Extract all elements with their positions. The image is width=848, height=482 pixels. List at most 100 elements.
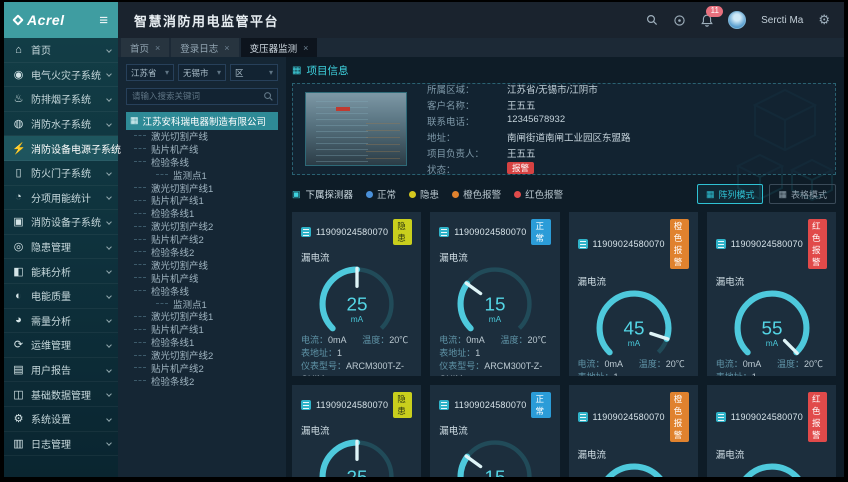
sidebar-item[interactable]: ▣ 消防设备子系统: [4, 210, 118, 235]
field-label: 联系电话：: [427, 114, 499, 128]
chevron-down-icon: [106, 219, 112, 225]
legend-title: ▣ 下属探测器: [292, 187, 353, 201]
tree-node[interactable]: 激光切割产线1: [126, 310, 278, 323]
sidebar-item-label: 隐患管理: [31, 239, 71, 254]
sidebar-item[interactable]: ◧ 能耗分析: [4, 259, 118, 284]
tree-node[interactable]: 检验条线1: [126, 207, 278, 220]
tree-node[interactable]: 激光切割产线1: [126, 181, 278, 194]
sidebar-item[interactable]: ⚡ 消防设备电源子系统: [4, 136, 118, 161]
sidebar-item[interactable]: ◔ 分项用能统计: [4, 186, 118, 211]
tree-node[interactable]: 检验条线: [126, 284, 278, 297]
gauge-value: 25: [347, 468, 368, 477]
sidebar-item[interactable]: ▥ 日志管理: [4, 432, 118, 457]
detector-card[interactable]: 11909024580070 红色报警 漏电流 55 mA: [707, 385, 836, 477]
tree-node[interactable]: 监测点1: [126, 168, 278, 181]
sidebar-item-label: 电能质量: [31, 288, 71, 303]
current-field: 电流：0mA: [716, 358, 777, 371]
tree-node[interactable]: 贴片机产线1: [126, 194, 278, 207]
tab[interactable]: 首页 ×: [121, 38, 169, 57]
avatar[interactable]: [728, 11, 746, 29]
sidebar-item[interactable]: ▤ 用户报告: [4, 358, 118, 383]
gear-icon[interactable]: ⚙: [818, 12, 830, 28]
tab-bar: 首页 × 登录日志 × 变压器监测 ×: [118, 38, 844, 57]
view-mode-button[interactable]: ▦ 表格模式: [769, 184, 836, 204]
brand: Acrel: [14, 12, 65, 28]
device-tree: ▦ 江苏安科瑞电器制造有限公司 激光切割产线 贴片机产线: [126, 112, 278, 388]
sidebar-item-icon: ♨: [12, 92, 25, 105]
caret-down-icon: ▾: [269, 68, 273, 77]
tree-node[interactable]: 检验条线2: [126, 374, 278, 387]
sidebar-item[interactable]: ◕ 需量分析: [4, 309, 118, 334]
detector-card[interactable]: 11909024580070 橙色报警 漏电流 45 mA: [569, 385, 698, 477]
tree-node[interactable]: 贴片机产线2: [126, 362, 278, 375]
sidebar-item[interactable]: ◐ 电能质量: [4, 284, 118, 309]
sidebar-item[interactable]: ◉ 电气火灾子系统: [4, 63, 118, 88]
page-title: 智慧消防用电监管平台: [134, 11, 279, 30]
tree-node[interactable]: 激光切割产线: [126, 258, 278, 271]
project-info-panel: 所属区域： 江苏省/无锡市/江阴市 客户名称： 王五五 联系电话： 123456…: [292, 83, 836, 175]
sidebar-item-icon: ⟳: [12, 338, 25, 351]
sidebar: ⌂ 首页 ◉ 电气火灾子系统 ♨ 防排烟子系统 ◍: [4, 38, 118, 477]
tree-node-label: 贴片机产线1: [151, 322, 204, 336]
sidebar-item-icon: ⌂: [12, 44, 25, 56]
project-photo: [305, 92, 407, 166]
sidebar-item[interactable]: ⟳ 运维管理: [4, 333, 118, 358]
region-select[interactable]: 区 ▾: [230, 64, 278, 81]
tab-label: 变压器监测: [250, 41, 298, 55]
tree-node[interactable]: 激光切割产线2: [126, 220, 278, 233]
detector-grid-icon: ▣: [292, 189, 301, 200]
brand-name: Acrel: [27, 12, 65, 28]
leakage-gauge: 45 mA: [578, 288, 690, 358]
company-icon: ▦: [130, 115, 139, 126]
tab[interactable]: 变压器监测 ×: [241, 38, 318, 57]
tree-node[interactable]: 贴片机产线2: [126, 233, 278, 246]
region-select[interactable]: 江苏省 ▾: [126, 64, 174, 81]
field-label: 状态：: [427, 162, 499, 176]
tree-node[interactable]: 激光切割产线: [126, 130, 278, 143]
tree-node[interactable]: 贴片机产线: [126, 271, 278, 284]
tab-close-icon[interactable]: ×: [155, 43, 160, 53]
tree-node[interactable]: 检验条线2: [126, 246, 278, 259]
sidebar-item[interactable]: ⌂ 首页: [4, 38, 118, 63]
detector-card[interactable]: 11909024580070 正常 漏电流 15 mA: [430, 385, 559, 477]
notification-count-badge: 11: [706, 6, 723, 17]
legend-title-text: 下属探测器: [306, 187, 354, 201]
tree-node[interactable]: 激光切割产线2: [126, 349, 278, 362]
fullscreen-icon[interactable]: [673, 14, 686, 27]
detector-card[interactable]: 11909024580070 红色报警 漏电流 55 mA: [707, 212, 836, 376]
header-actions: 11 Sercti Ma ⚙: [646, 11, 830, 29]
region-select[interactable]: 无锡市 ▾: [178, 64, 226, 81]
status-dot: [452, 191, 459, 198]
status-badge: 隐患: [393, 219, 412, 245]
tree-node[interactable]: 检验条线1: [126, 336, 278, 349]
tab-close-icon[interactable]: ×: [224, 43, 229, 53]
tree-node[interactable]: 贴片机产线1: [126, 323, 278, 336]
tree-node[interactable]: 监测点1: [126, 297, 278, 310]
tree-node[interactable]: 检验条线: [126, 155, 278, 168]
tree-root-node[interactable]: ▦ 江苏安科瑞电器制造有限公司: [126, 112, 278, 130]
sidebar-item[interactable]: ◎ 隐患管理: [4, 235, 118, 260]
menu-toggle-icon[interactable]: ≡: [99, 13, 108, 28]
chevron-down-icon: [106, 121, 112, 127]
tree-node-label: 监测点1: [173, 168, 207, 182]
tree-node[interactable]: 贴片机产线: [126, 142, 278, 155]
field-label: 客户名称：: [427, 98, 499, 112]
sidebar-item[interactable]: ♨ 防排烟子系统: [4, 87, 118, 112]
sidebar-item[interactable]: ◍ 消防水子系统: [4, 112, 118, 137]
sidebar-item[interactable]: ◫ 基础数据管理: [4, 382, 118, 407]
card-header: 11909024580070 橙色报警: [578, 219, 689, 269]
view-mode-button[interactable]: ▦ 阵列模式: [697, 184, 764, 204]
search-icon[interactable]: [263, 89, 274, 107]
tab[interactable]: 登录日志 ×: [171, 38, 238, 57]
detector-card[interactable]: 11909024580070 隐患 漏电流 25 mA: [292, 212, 421, 376]
detector-card[interactable]: 11909024580070 橙色报警 漏电流 45 mA: [569, 212, 698, 376]
detector-card[interactable]: 11909024580070 正常 漏电流 15 mA: [430, 212, 559, 376]
notifications-bell-icon[interactable]: 11: [701, 14, 713, 27]
chevron-down-icon: [106, 416, 112, 422]
sidebar-item[interactable]: ⚙ 系统设置: [4, 407, 118, 432]
sidebar-item[interactable]: ▯ 防火门子系统: [4, 161, 118, 186]
search-input[interactable]: [126, 88, 278, 105]
tab-close-icon[interactable]: ×: [303, 43, 308, 53]
search-icon[interactable]: [646, 14, 658, 26]
detector-card[interactable]: 11909024580070 隐患 漏电流 25 mA: [292, 385, 421, 477]
